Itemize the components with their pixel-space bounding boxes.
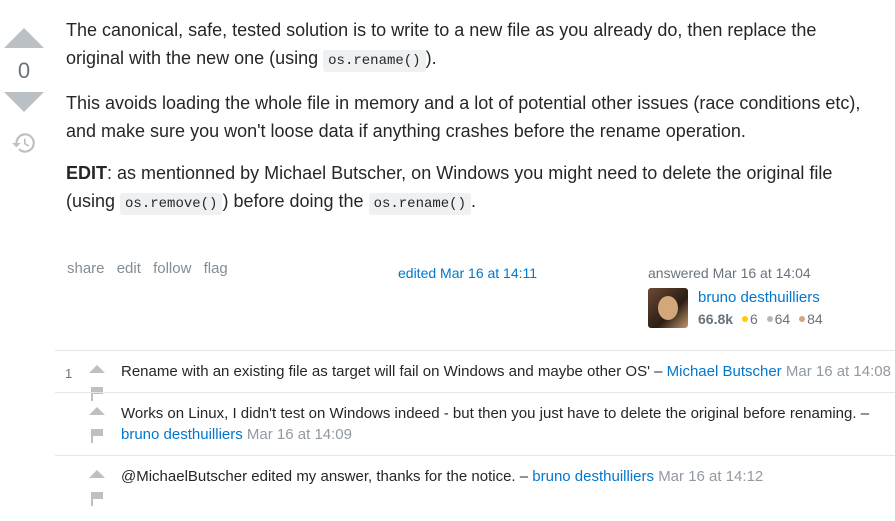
comment-user-link[interactable]: bruno desthuilliers [532,468,654,485]
comment-upvote-icon[interactable] [89,407,105,415]
comment-date[interactable]: Mar 16 at 14:12 [658,468,763,485]
history-icon[interactable] [11,130,37,156]
avatar[interactable] [648,288,688,328]
gold-badge-count: 6 [749,311,758,327]
comment-text: @MichaelButscher edited my answer, thank… [121,468,533,485]
user-name-link[interactable]: bruno desthuilliers [698,289,820,306]
comment-date[interactable]: Mar 16 at 14:08 [786,363,891,380]
paragraph-3: EDIT: as mentionned by Michael Butscher,… [66,159,866,218]
silver-badge-icon [766,316,773,323]
vote-count: 0 [17,58,31,83]
upvote-button[interactable] [4,28,44,48]
vote-cell: 0 [0,20,48,156]
edit-link[interactable]: edit [117,260,141,277]
answered-timestamp: answered Mar 16 at 14:04 [648,265,811,281]
silver-badge-count: 64 [774,311,791,327]
bronze-badge-icon [799,316,806,323]
comment: Works on Linux, I didn't test on Windows… [55,392,895,455]
comment-user-link[interactable]: Michael Butscher [667,363,782,380]
code-os-remove: os.remove() [120,193,223,215]
code-os-rename: os.rename() [323,50,426,72]
flag-icon[interactable] [91,492,103,506]
comment-date[interactable]: Mar 16 at 14:09 [247,426,352,443]
bronze-badge-count: 84 [807,311,823,327]
edited-timestamp[interactable]: edited Mar 16 at 14:11 [398,265,537,281]
answer-body: The canonical, safe, tested solution is … [66,16,866,232]
comment-user-link[interactable]: bruno desthuilliers [121,426,243,443]
paragraph-1: The canonical, safe, tested solution is … [66,16,866,75]
comment-upvote-icon[interactable] [89,470,105,478]
paragraph-2: This avoids loading the whole file in me… [66,93,861,141]
share-link[interactable]: share [67,260,105,277]
post-menu: share edit follow flag [67,260,236,277]
comment-text: Works on Linux, I didn't test on Windows… [121,405,870,422]
flag-link[interactable]: flag [204,260,228,277]
comment: 1 Rename with an existing file as target… [55,350,895,401]
flag-icon[interactable] [91,429,103,443]
edit-label: EDIT [66,163,108,183]
comment-score: 1 [65,366,73,381]
comment-upvote-icon[interactable] [89,365,105,373]
comment: @MichaelButscher edited my answer, thank… [55,455,895,506]
comments-list: 1 Rename with an existing file as target… [55,350,895,506]
downvote-button[interactable] [4,92,44,112]
user-reputation: 66.8k 6 64 84 [698,311,823,327]
comment-text: Rename with an existing file as target w… [121,363,667,380]
reputation-score: 66.8k [698,311,734,327]
code-os-rename-2: os.rename() [368,193,471,215]
follow-link[interactable]: follow [153,260,191,277]
gold-badge-icon [741,316,748,323]
